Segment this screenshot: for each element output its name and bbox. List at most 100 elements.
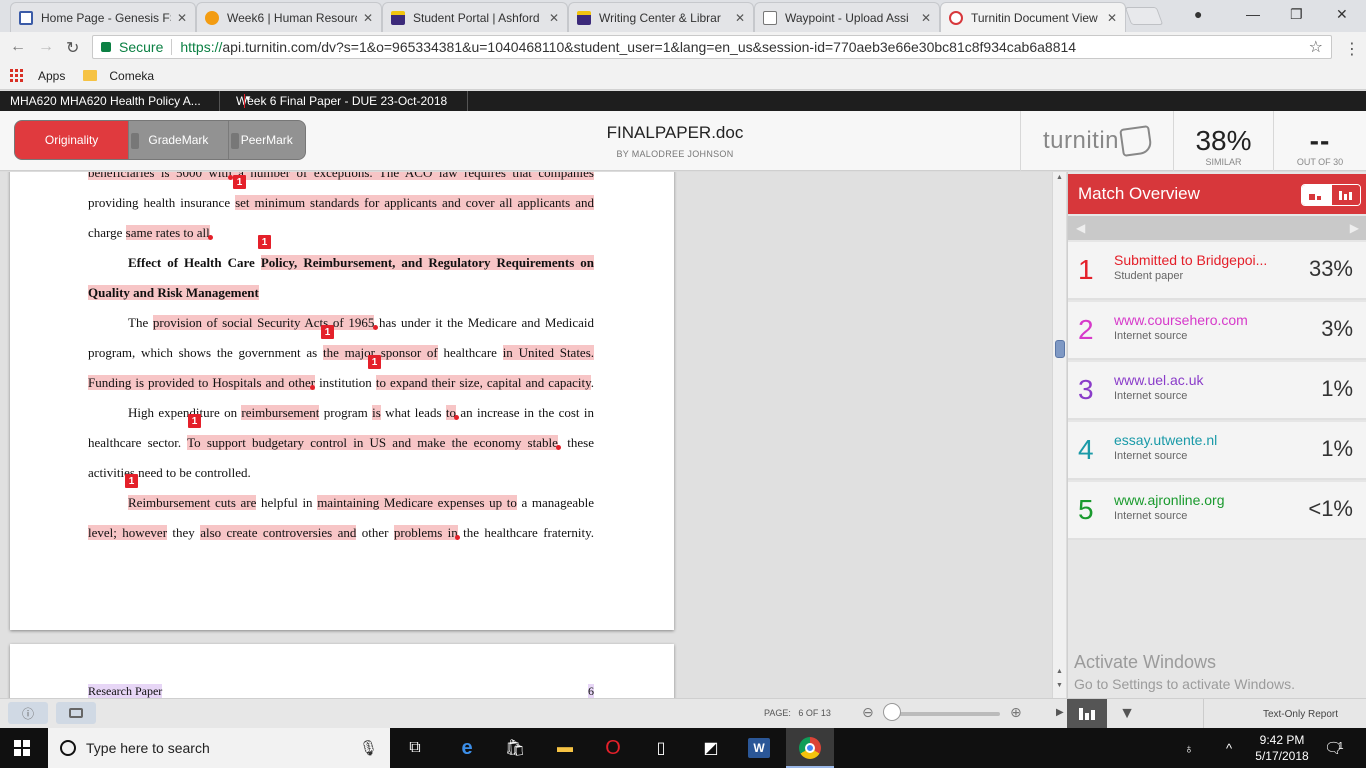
browser-tab-writing-center[interactable]: Writing Center & Librar ✕ (568, 2, 754, 32)
expand-arrow-icon[interactable]: ▶ (1056, 707, 1064, 718)
match-marker-1[interactable]: 1 (233, 175, 246, 189)
scroll-up-arrow-icon[interactable]: ▲ (1056, 174, 1063, 181)
match-row-2[interactable]: 2 www.coursehero.com Internet source 3% (1068, 302, 1366, 360)
match-highlight[interactable]: Funding is provided to Hospitals and oth… (88, 375, 316, 390)
match-highlight[interactable]: reimbursement (241, 405, 320, 420)
match-highlight[interactable]: maintaining Medicare expenses up to (317, 495, 517, 510)
match-source[interactable]: Submitted to Bridgepoi... (1114, 252, 1284, 268)
zoom-in-icon[interactable]: ⊕ (1010, 704, 1022, 721)
originality-tab[interactable]: Originality (15, 121, 129, 159)
match-marker-1[interactable]: 1 (125, 474, 138, 488)
bookmark-star-icon[interactable]: ☆ (1309, 37, 1323, 57)
match-highlight[interactable]: Quality and Risk Management (88, 285, 259, 300)
back-arrow-icon[interactable]: ← (10, 38, 26, 56)
microphone-icon[interactable]: 🎙 (359, 739, 378, 757)
address-bar[interactable]: Secure https:// api.turnitin.com/dv?s=1&… (92, 35, 1332, 59)
match-source[interactable]: www.coursehero.com (1114, 312, 1284, 328)
match-highlight[interactable]: in United States. (502, 345, 595, 360)
browser-tab-turnitin[interactable]: Turnitin Document View ✕ (940, 2, 1126, 32)
close-tab-icon[interactable]: ✕ (177, 11, 187, 25)
zoom-out-icon[interactable]: ⊖ (862, 704, 874, 721)
windows-start-icon[interactable] (14, 740, 30, 756)
scroll-down-arrow-icon[interactable]: ▼ (1056, 682, 1063, 689)
peermark-tab[interactable]: PeerMark (227, 121, 305, 159)
word-icon[interactable]: W (748, 738, 770, 758)
browser-tab-waypoint[interactable]: Waypoint - Upload Assi ✕ (754, 2, 940, 32)
match-row-5[interactable]: 5 www.ajronline.org Internet source <1% (1068, 482, 1366, 540)
match-highlight[interactable]: to expand their size, capital and capaci… (375, 375, 591, 390)
match-highlight[interactable]: provision of social Security Acts of 196… (152, 315, 375, 330)
close-tab-icon[interactable]: ✕ (921, 11, 931, 25)
similarity-score[interactable]: 38% SIMILAR (1173, 111, 1273, 171)
print-button[interactable] (56, 702, 96, 724)
document-icon[interactable]: ▯ (650, 738, 672, 758)
match-highlight[interactable]: To support budgetary control in US and m… (187, 435, 558, 450)
chrome-taskbar-button[interactable] (786, 728, 834, 768)
match-highlight[interactable]: Reimbursement cuts are (128, 495, 257, 510)
match-overview-button[interactable] (1067, 699, 1107, 729)
scroll-thumb[interactable] (1055, 340, 1065, 358)
match-marker-1[interactable]: 1 (258, 235, 271, 249)
match-row-3[interactable]: 3 www.uel.ac.uk Internet source 1% (1068, 362, 1366, 420)
match-marker-1[interactable]: 1 (321, 325, 334, 339)
match-row-4[interactable]: 4 essay.utwente.nl Internet source 1% (1068, 422, 1366, 480)
next-arrow-icon[interactable]: ▶ (1350, 221, 1359, 235)
match-source[interactable]: www.uel.ac.uk (1114, 372, 1284, 388)
match-source[interactable]: essay.utwente.nl (1114, 432, 1284, 448)
filter-button[interactable]: ▼ (1107, 699, 1147, 729)
assignment-selector[interactable]: Week 6 Final Paper - DUE 23-Oct-2018 ▼ (220, 91, 468, 111)
document-scrollbar[interactable]: ▲ ▲ ▼ (1052, 172, 1066, 698)
match-highlight[interactable]: beneficiaries is 5000 with a number of e… (88, 172, 594, 180)
close-tab-icon[interactable]: ✕ (363, 11, 373, 25)
apps-grid-icon[interactable] (10, 68, 24, 83)
minimize-icon[interactable]: — (1246, 6, 1260, 22)
browser-tab-student-portal[interactable]: Student Portal | Ashford ✕ (382, 2, 568, 32)
info-button[interactable]: ⓘ (8, 702, 48, 724)
taskbar-clock[interactable]: 9:42 PM 5/17/2018 (1252, 732, 1312, 764)
close-tab-icon[interactable]: ✕ (549, 11, 559, 25)
edge-icon[interactable]: e (456, 737, 478, 759)
match-marker-1[interactable]: 1 (368, 355, 381, 369)
close-window-icon[interactable]: ✕ (1336, 6, 1348, 23)
forward-arrow-icon[interactable]: → (38, 38, 54, 56)
list-view-button[interactable] (1302, 185, 1331, 205)
store-icon[interactable]: 🛍 (504, 738, 526, 758)
close-tab-icon[interactable]: ✕ (1107, 11, 1117, 25)
apps-bookmark[interactable]: Apps (38, 69, 65, 83)
page-value[interactable]: 6 OF 13 (798, 708, 831, 718)
zoom-slider-track[interactable] (885, 712, 1000, 716)
scroll-down-arrow-icon[interactable]: ▲ (1056, 668, 1063, 675)
profile-icon[interactable]: ● (1194, 6, 1202, 22)
match-source[interactable]: www.ajronline.org (1114, 492, 1284, 508)
match-highlight[interactable]: is (372, 405, 381, 420)
match-highlight[interactable]: Policy, Reimbursement, and Regulatory Re… (260, 255, 594, 270)
chrome-menu-icon[interactable]: ⋮ (1344, 39, 1360, 59)
browser-tab-genesis[interactable]: Home Page - Genesis FS ✕ (10, 2, 196, 32)
people-icon[interactable]: ♁ (1184, 728, 1194, 768)
zoom-slider-handle[interactable] (883, 703, 901, 721)
match-highlight[interactable]: same rates to all (125, 225, 210, 240)
task-view-icon[interactable]: ⧉ (404, 738, 426, 758)
browser-tab-week6[interactable]: Week6 | Human Resourc ✕ (196, 2, 382, 32)
taskbar-search[interactable]: Type here to search 🎙 (48, 728, 390, 768)
match-highlight[interactable]: also create controversies and (200, 525, 357, 540)
opera-icon[interactable]: O (602, 737, 624, 759)
bar-view-button[interactable] (1330, 185, 1360, 205)
previous-arrow-icon[interactable]: ◀ (1076, 221, 1085, 235)
match-highlight[interactable]: level; however (88, 525, 168, 540)
match-marker-1[interactable]: 1 (188, 414, 201, 428)
match-highlight[interactable]: problems in (393, 525, 458, 540)
close-tab-icon[interactable]: ✕ (735, 11, 745, 25)
document-viewer[interactable]: beneficiaries is 5000 with a number of e… (0, 172, 1052, 698)
comeka-bookmark[interactable]: Comeka (109, 69, 154, 83)
file-explorer-icon[interactable]: ▬ (554, 738, 576, 758)
maximize-icon[interactable]: ❐ (1290, 6, 1303, 23)
secure-indicator[interactable]: Secure (101, 39, 163, 55)
match-row-1[interactable]: 1 Submitted to Bridgepoi... Student pape… (1068, 242, 1366, 300)
match-highlight[interactable]: set minimum standards for applicants and… (235, 195, 594, 210)
notes-icon[interactable]: ◩ (700, 738, 722, 758)
new-tab-button[interactable] (1124, 7, 1164, 25)
text-only-report-button[interactable]: Text-Only Report (1203, 699, 1366, 729)
reload-icon[interactable]: ↻ (66, 38, 79, 58)
tray-expand-icon[interactable]: ^ (1226, 728, 1232, 768)
